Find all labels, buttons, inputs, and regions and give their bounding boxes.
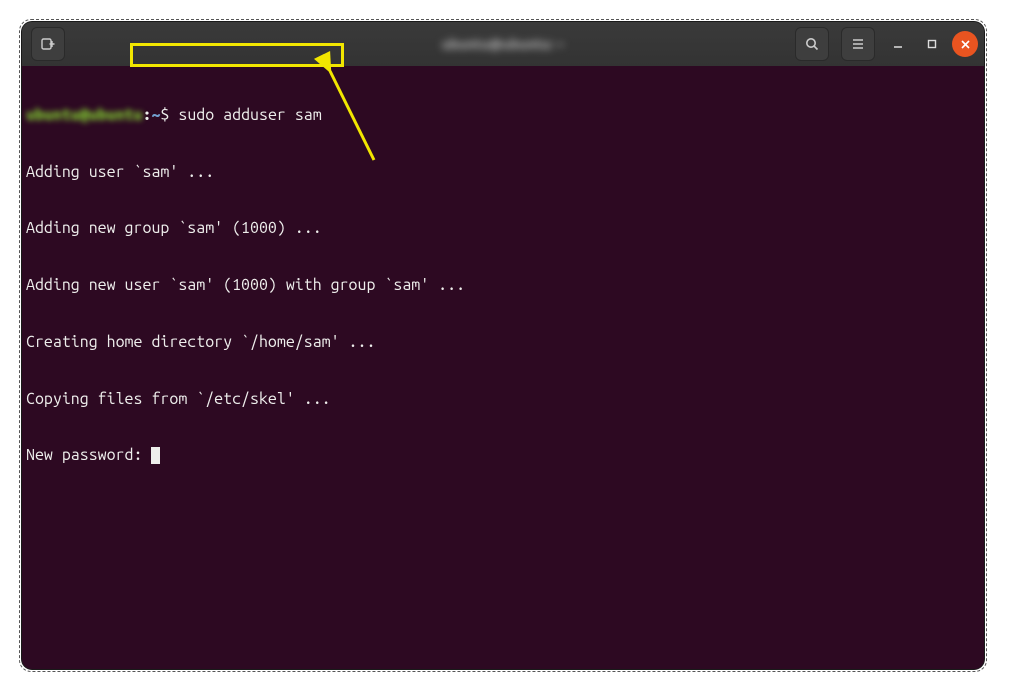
prompt-separator: : (142, 106, 151, 125)
new-tab-icon (40, 36, 56, 52)
prompt-path: ~ (151, 106, 160, 125)
maximize-button[interactable] (918, 30, 946, 58)
close-icon (960, 39, 971, 50)
prompt-user: ubuntu@ubuntu (26, 106, 142, 125)
titlebar-right (792, 27, 978, 61)
close-button[interactable] (952, 31, 978, 57)
prompt-symbol: $ (160, 106, 169, 125)
output-line: Copying files from `/etc/skel' ... (22, 390, 984, 409)
new-tab-button[interactable] (31, 27, 65, 61)
minimize-icon (892, 38, 904, 50)
search-icon (804, 36, 820, 52)
output-line: Adding new user `sam' (1000) with group … (22, 276, 984, 295)
terminal-body[interactable]: ubuntu@ubuntu:~$ sudo adduser sam Adding… (22, 66, 984, 669)
output-line: Adding new group `sam' (1000) ... (22, 219, 984, 238)
terminal-window: ubuntu@ubuntu: ~ (22, 22, 984, 669)
output-line: Adding user `sam' ... (22, 163, 984, 182)
window-title: ubuntu@ubuntu: ~ (442, 36, 565, 52)
password-prompt: New password: (26, 446, 151, 465)
menu-button[interactable] (841, 27, 875, 61)
command-text (169, 106, 178, 125)
search-button[interactable] (795, 27, 829, 61)
prompt-line: ubuntu@ubuntu:~$ sudo adduser sam (22, 106, 984, 125)
minimize-button[interactable] (884, 30, 912, 58)
window-titlebar: ubuntu@ubuntu: ~ (22, 22, 984, 66)
scrollbar[interactable] (971, 66, 984, 669)
password-prompt-line: New password: (22, 446, 984, 465)
hamburger-icon (850, 36, 866, 52)
command: sudo adduser sam (178, 106, 321, 125)
cursor (151, 447, 160, 464)
titlebar-left (28, 27, 68, 61)
output-line: Creating home directory `/home/sam' ... (22, 333, 984, 352)
maximize-icon (926, 38, 938, 50)
